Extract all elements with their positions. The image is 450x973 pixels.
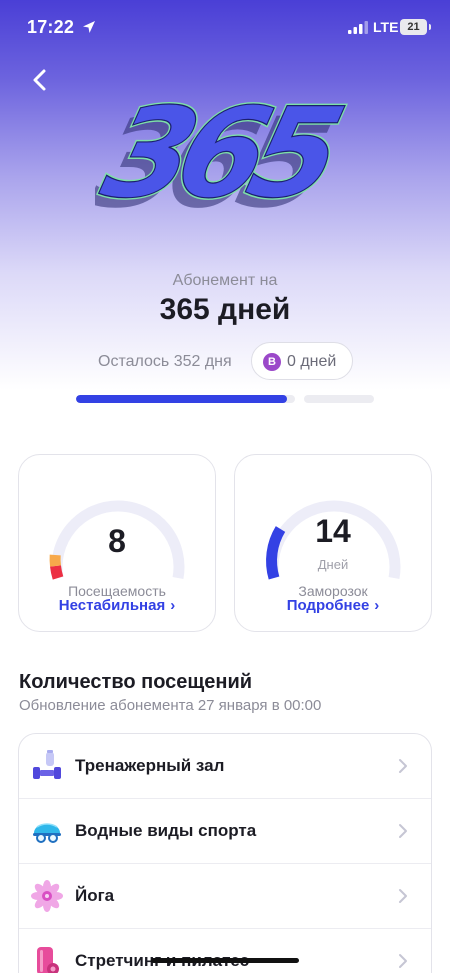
visits-list: Тренажерный зал Водные виды спорта Йога …: [18, 733, 432, 973]
back-chevron-icon[interactable]: [24, 64, 56, 96]
list-item-label: Водные виды спорта: [75, 821, 257, 840]
list-item-stretching[interactable]: Стретчинг и пилатес: [19, 929, 431, 973]
status-time: 17:22: [27, 17, 75, 37]
list-item-water-sports[interactable]: Водные виды спорта: [19, 799, 431, 863]
subscription-365-logo: 365 365 365: [95, 88, 354, 218]
lotus-icon: [31, 880, 63, 912]
chevron-right-icon: ›: [374, 597, 380, 614]
freeze-value: 14: [315, 513, 351, 549]
freeze-card[interactable]: 14 Дней Заморозок Подробнее ›: [234, 454, 432, 632]
dumbbell-icon: [33, 750, 61, 779]
swim-cap-icon: [33, 823, 61, 843]
chevron-right-icon: [399, 759, 407, 773]
location-arrow-icon: [83, 21, 95, 33]
chevron-right-icon: [399, 889, 407, 903]
subscription-subtitle: Абонемент на: [172, 272, 278, 289]
list-item-label: Тренажерный зал: [75, 756, 225, 775]
visits-title: Количество посещений: [19, 671, 253, 693]
remaining-days: Осталось 352 дня: [98, 353, 232, 370]
svg-text:365: 365: [95, 88, 352, 218]
subscription-title: 365 дней: [159, 293, 291, 326]
yoga-mat-icon: [37, 947, 59, 973]
home-indicator: [151, 958, 299, 963]
freeze-details-text: Подробнее: [286, 597, 370, 614]
bonus-badge-icon: B: [263, 353, 281, 371]
attendance-status-link[interactable]: Нестабильная ›: [19, 597, 215, 614]
list-item-label: Йога: [75, 886, 115, 905]
chevron-right-icon: [399, 824, 407, 838]
list-item-gym[interactable]: Тренажерный зал: [19, 734, 431, 798]
signal-bars-icon: [348, 21, 368, 34]
freeze-days-pill[interactable]: B 0 дней: [251, 342, 353, 380]
attendance-value: 8: [108, 523, 126, 559]
visits-subtitle: Обновление абонемента 27 января в 00:00: [19, 697, 322, 714]
subscription-progress-bar: [76, 395, 295, 403]
chevron-right-icon: ›: [170, 597, 176, 614]
subscription-progress-secondary: [304, 395, 374, 403]
freeze-details-link[interactable]: Подробнее ›: [235, 597, 431, 614]
chevron-right-icon: [399, 954, 407, 968]
battery-icon: 21: [400, 19, 431, 35]
status-bar: 17:22 LTE 21: [0, 0, 450, 56]
attendance-card[interactable]: 8 Посещаемость Нестабильная ›: [18, 454, 216, 632]
subscription-progress-fill: [76, 395, 288, 403]
freeze-days-value: 0 дней: [287, 353, 337, 370]
network-type: LTE: [373, 19, 399, 35]
freeze-unit: Дней: [317, 557, 349, 572]
attendance-status-text: Нестабильная: [58, 597, 166, 614]
list-item-yoga[interactable]: Йога: [19, 864, 431, 928]
